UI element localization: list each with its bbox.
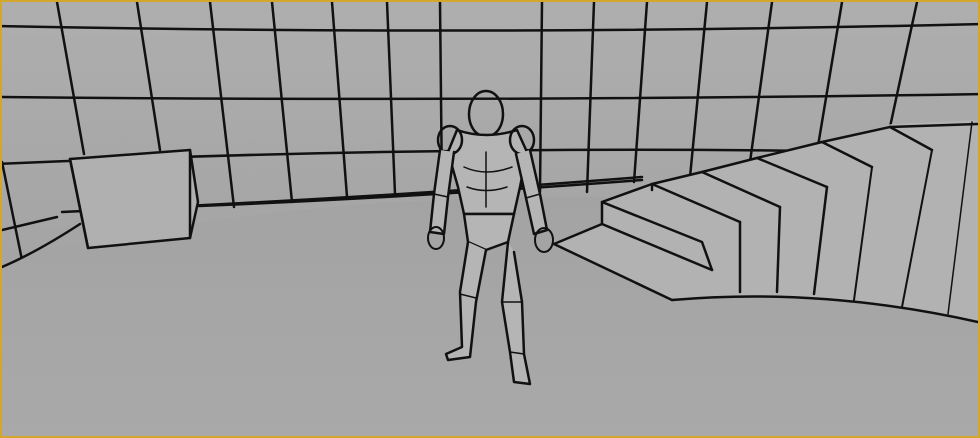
- scene-render: [2, 2, 978, 436]
- block: [68, 148, 200, 250]
- game-viewport[interactable]: [0, 0, 980, 438]
